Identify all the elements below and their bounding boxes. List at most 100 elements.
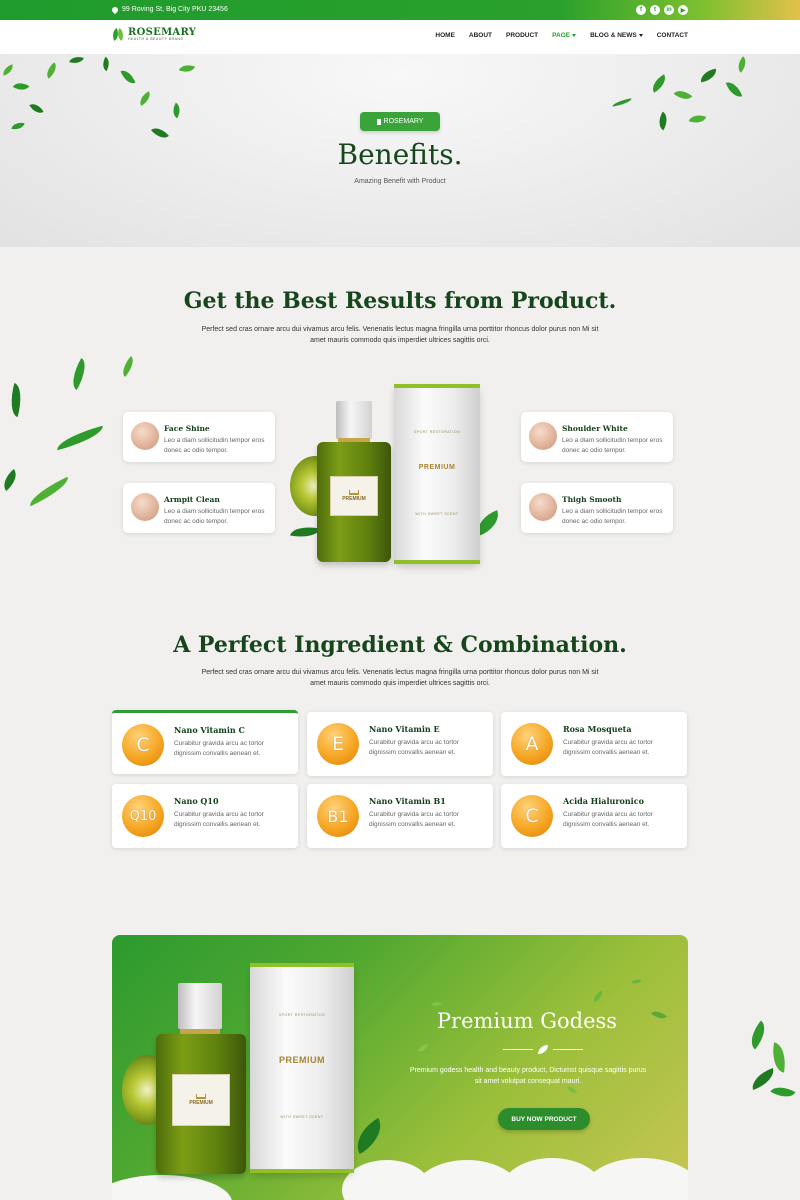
benefit-title: Armpit Clean [164,495,220,504]
results-text: Perfect sed cras ornare arcu dui vivamus… [201,326,599,344]
address: 99 Roving St, Big City PKU 23456 [110,5,228,14]
ingredient-symbol: C [525,805,539,827]
tube-top-text: SPORT RESTORATION [278,1013,326,1017]
product-bottle: PREMIUM [156,1034,246,1174]
product-bottle: PREMIUM [317,442,391,562]
promo-product-image: SPORT RESTORATION PREMIUM WITH SWEET SCE… [122,955,390,1200]
avatar [131,422,159,450]
product-tube: SPORT RESTORATION PREMIUM WITH SWEET SCE… [250,963,354,1173]
chevron-down-icon [572,33,577,37]
facebook-icon[interactable]: f [636,5,646,15]
ingredient-title: Acida Hialuronico [563,796,644,806]
bottle-label-text: PREMIUM [189,1100,213,1106]
logo[interactable]: ROSEMARY HEALTH & BEAUTY BRAND [112,27,197,42]
nav-page-label: PAGE [552,32,571,39]
social-links: f t in ▶ [636,5,688,15]
ingredient-card: E Nano Vitamin E Curabitur gravida arcu … [307,712,493,776]
nav-product[interactable]: PRODUCT [506,32,538,39]
leaf-logo-icon [112,28,125,41]
promo-title: Premium Godess [436,1009,618,1033]
address-text: 99 Roving St, Big City PKU 23456 [122,6,228,13]
ingredient-desc: Curabitur gravida arcu ac tortor digniss… [563,739,653,756]
ingredient-card: A Rosa Mosqueta Curabitur gravida arcu a… [501,712,687,776]
twitter-icon[interactable]: t [650,5,660,15]
benefit-title: Face Shine [164,424,210,433]
ingredient-symbol: E [331,733,344,755]
logo-text: ROSEMARY HEALTH & BEAUTY BRAND [128,27,197,42]
nav-blog-label: BLOG & NEWS [590,32,637,39]
bottle-label-text: PREMIUM [342,496,366,502]
youtube-icon[interactable]: ▶ [678,5,688,15]
tube-sub-text: WITH SWEET SCENT [415,512,459,516]
top-bar: 99 Roving St, Big City PKU 23456 f t in … [0,0,800,20]
ingredient-title: Nano Vitamin C [174,725,245,735]
location-pin-icon [110,5,120,14]
chevron-down-icon [638,33,643,37]
page-hero: ROSEMARY Benefits. Amazing Benefit with … [0,54,800,247]
buy-now-button[interactable]: BUY NOW PRODUCT [498,1108,590,1130]
bottle-icon [376,118,381,125]
ingredient-title: Nano Vitamin E [369,724,440,734]
brand-name: ROSEMARY [128,27,197,38]
main-navigation: ROSEMARY HEALTH & BEAUTY BRAND HOME ABOU… [0,20,800,54]
promo-banner: SPORT RESTORATION PREMIUM WITH SWEET SCE… [112,935,688,1200]
vitamin-a-icon: A [511,723,553,765]
vitamin-e-icon: E [317,723,359,765]
benefit-desc: Leo a diam sollicitudin tempor eros done… [562,508,663,525]
ingredient-desc: Curabitur gravida arcu ac tortor digniss… [563,811,653,828]
linkedin-icon[interactable]: in [664,5,674,15]
benefit-desc: Leo a diam sollicitudin tempor eros done… [164,508,265,525]
ingredients-text: Perfect sed cras ornare arcu dui vivamus… [201,669,599,687]
ingredient-symbol: C [136,734,150,756]
hyaluronic-icon: C [511,795,553,837]
ingredient-card: C Nano Vitamin C Curabitur gravida arcu … [112,710,298,774]
benefit-title: Shoulder White [562,424,628,433]
ingredients-title: A Perfect Ingredient & Combination. [173,632,627,658]
nav-menu: HOME ABOUT PRODUCT PAGE BLOG & NEWS CONT… [435,32,688,39]
promo-text: Premium godess health and beauty product… [409,1067,647,1085]
benefit-desc: Leo a diam sollicitudin tempor eros done… [562,437,663,454]
crown-icon [196,1094,206,1099]
product-image: SPORT RESTORATION PREMIUM WITH SWEET SCE… [285,380,515,570]
vitamin-b1-icon: B1 [317,795,359,837]
leaf-icon [538,1045,548,1054]
bottle-cap [336,401,372,439]
hero-badge-text: ROSEMARY [383,118,424,125]
vitamin-c-icon: C [122,724,164,766]
ingredient-desc: Curabitur gravida arcu ac tortor digniss… [174,740,264,757]
bottle-label: PREMIUM [172,1074,230,1126]
ingredient-card: Q10 Nano Q10 Curabitur gravida arcu ac t… [112,784,298,848]
crown-icon [349,490,359,495]
page-title: Benefits. [337,138,463,171]
avatar [131,493,159,521]
nav-blog-news[interactable]: BLOG & NEWS [590,32,643,39]
nav-about[interactable]: ABOUT [469,32,492,39]
ingredient-card: B1 Nano Vitamin B1 Curabitur gravida arc… [307,784,493,848]
tube-sub-text: WITH SWEET SCENT [280,1115,324,1119]
bottle-cap [178,983,222,1029]
nav-home[interactable]: HOME [435,32,455,39]
tube-main-text: PREMIUM [418,464,456,471]
nav-page[interactable]: PAGE [552,32,577,39]
avatar [529,493,557,521]
results-title: Get the Best Results from Product. [183,288,617,314]
benefit-title: Thigh Smooth [562,495,622,504]
bottle-label: PREMIUM [330,476,378,516]
ingredient-card: C Acida Hialuronico Curabitur gravida ar… [501,784,687,848]
page-subtitle: Amazing Benefit with Product [354,178,446,185]
avatar [529,422,557,450]
ingredient-desc: Curabitur gravida arcu ac tortor digniss… [369,811,459,828]
hero-badge: ROSEMARY [360,112,440,131]
ingredient-title: Rosa Mosqueta [563,724,632,734]
nav-contact[interactable]: CONTACT [657,32,688,39]
ingredient-symbol: B1 [327,806,349,826]
ingredient-desc: Curabitur gravida arcu ac tortor digniss… [369,739,459,756]
benefit-card-shoulder-white: Shoulder White Leo a diam sollicitudin t… [521,412,673,462]
ingredient-desc: Curabitur gravida arcu ac tortor digniss… [174,811,264,828]
benefit-card-armpit-clean: Armpit Clean Leo a diam sollicitudin tem… [123,483,275,533]
benefit-desc: Leo a diam sollicitudin tempor eros done… [164,437,265,454]
tube-main-text: PREMIUM [279,1055,325,1065]
leaf-divider [503,1045,583,1055]
q10-icon: Q10 [122,795,164,837]
product-tube: SPORT RESTORATION PREMIUM WITH SWEET SCE… [394,384,480,564]
